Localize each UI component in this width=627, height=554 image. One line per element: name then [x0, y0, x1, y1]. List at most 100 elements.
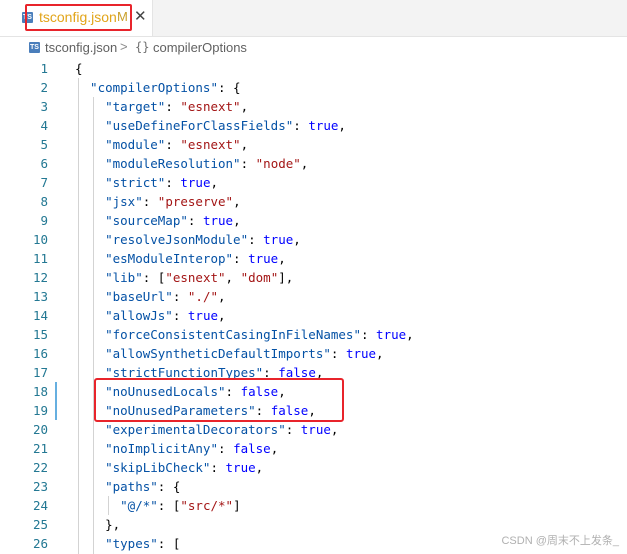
code-line[interactable]: 6 "moduleResolution": "node",	[0, 154, 627, 173]
code-token: ,	[218, 308, 226, 323]
code-line[interactable]: 5 "module": "esnext",	[0, 135, 627, 154]
line-number: 3	[40, 99, 48, 114]
line-number: 12	[32, 270, 48, 285]
code-line[interactable]: 23 "paths": {	[0, 477, 627, 496]
code-token: "target"	[75, 99, 166, 114]
code-token: :	[240, 156, 256, 171]
code-text: "allowSyntheticDefaultImports": true,	[75, 344, 384, 363]
line-number: 6	[40, 156, 48, 171]
code-token: ,	[308, 403, 316, 418]
code-token: :	[360, 327, 377, 342]
code-token: true	[248, 251, 279, 266]
object-symbol-icon: {}	[135, 40, 150, 54]
code-token: "@/*"	[75, 498, 158, 513]
code-line[interactable]: 11 "esModuleInterop": true,	[0, 249, 627, 268]
line-number: 10	[32, 232, 48, 247]
code-line[interactable]: 2 "compilerOptions": {	[0, 78, 627, 97]
code-text: "noImplicitAny": false,	[75, 439, 278, 458]
code-token: ,	[270, 441, 279, 456]
code-token: "resolveJsonModule"	[75, 232, 249, 247]
code-token: :	[285, 422, 301, 437]
line-number: 17	[32, 365, 48, 380]
breadcrumb: TS tsconfig.json > {} compilerOptions	[0, 37, 627, 59]
code-token: true	[345, 346, 377, 361]
code-token: "esnext"	[180, 137, 241, 152]
code-line[interactable]: 22 "skipLibCheck": true,	[0, 458, 627, 477]
code-token: :	[330, 346, 346, 361]
line-number: 19	[32, 403, 48, 418]
code-token: true	[225, 460, 256, 475]
editor-tab-bar: TS tsconfig.json M ✕	[0, 0, 627, 37]
breadcrumb-symbol[interactable]: compilerOptions	[153, 40, 247, 55]
code-line[interactable]: 4 "useDefineForClassFields": true,	[0, 116, 627, 135]
code-token: :	[255, 403, 271, 418]
code-token: ,	[240, 137, 249, 152]
code-token: "sourceMap"	[75, 213, 188, 228]
code-line[interactable]: 7 "strict": true,	[0, 173, 627, 192]
code-token: "preserve"	[157, 194, 234, 209]
code-token: :	[218, 441, 234, 456]
code-line[interactable]: 14 "allowJs": true,	[0, 306, 627, 325]
close-icon[interactable]: ✕	[134, 9, 147, 25]
code-line[interactable]: 17 "strictFunctionTypes": false,	[0, 363, 627, 382]
code-text: "esModuleInterop": true,	[75, 249, 286, 268]
code-text: "@/*": ["src/*"]	[75, 496, 240, 515]
code-text: "target": "esnext",	[75, 97, 248, 116]
code-line[interactable]: 21 "noImplicitAny": false,	[0, 439, 627, 458]
code-token: :	[165, 175, 181, 190]
code-token: ,	[376, 346, 384, 361]
code-line[interactable]: 18 "noUnusedLocals": false,	[0, 382, 627, 401]
code-line[interactable]: 10 "resolveJsonModule": true,	[0, 230, 627, 249]
code-token: ,	[278, 384, 286, 399]
code-token: ,	[293, 232, 301, 247]
watermark: CSDN @周末不上发条_	[501, 535, 619, 547]
code-line[interactable]: 16 "allowSyntheticDefaultImports": true,	[0, 344, 627, 363]
code-token: true	[263, 232, 294, 247]
code-token: ,	[255, 460, 264, 475]
code-line[interactable]: 19 "noUnusedParameters": false,	[0, 401, 627, 420]
code-line[interactable]: 1{	[0, 59, 627, 78]
code-line[interactable]: 9 "sourceMap": true,	[0, 211, 627, 230]
code-token: true	[187, 308, 219, 323]
tab-tsconfig-json[interactable]: TS tsconfig.json M ✕	[0, 0, 153, 36]
code-token: : [	[142, 270, 166, 285]
code-token: false	[233, 441, 271, 456]
code-token: :	[233, 251, 249, 266]
tab-filename: tsconfig.json	[39, 9, 117, 25]
code-text: "useDefineForClassFields": true,	[75, 116, 346, 135]
code-line[interactable]: 15 "forceConsistentCasingInFileNames": t…	[0, 325, 627, 344]
line-number: 25	[32, 517, 48, 532]
code-token: "strict"	[75, 175, 166, 190]
code-line[interactable]: 12 "lib": ["esnext", "dom"],	[0, 268, 627, 287]
code-token: "paths"	[75, 479, 158, 494]
line-number: 11	[32, 251, 48, 266]
code-text: "baseUrl": "./",	[75, 287, 225, 306]
code-token: "forceConsistentCasingInFileNames"	[75, 327, 361, 342]
code-token: :	[248, 232, 264, 247]
code-text: "compilerOptions": {	[75, 78, 241, 97]
line-number: 16	[32, 346, 48, 361]
breadcrumb-file[interactable]: tsconfig.json	[45, 40, 117, 55]
code-line[interactable]: 8 "jsx": "preserve",	[0, 192, 627, 211]
code-token: "skipLibCheck"	[75, 460, 211, 475]
code-token: ,	[240, 99, 249, 114]
code-token: "noUnusedParameters"	[75, 403, 256, 418]
code-editor[interactable]: 1{2 "compilerOptions": {3 "target": "esn…	[0, 59, 627, 554]
code-text: "resolveJsonModule": true,	[75, 230, 301, 249]
line-number: 20	[32, 422, 48, 437]
line-number: 15	[32, 327, 48, 342]
code-line[interactable]: 3 "target": "esnext",	[0, 97, 627, 116]
code-token: :	[172, 289, 188, 304]
code-text: },	[75, 515, 120, 534]
code-token: ,	[210, 175, 219, 190]
code-line[interactable]: 20 "experimentalDecorators": true,	[0, 420, 627, 439]
code-token: true	[376, 327, 407, 342]
code-text: "strict": true,	[75, 173, 218, 192]
code-line[interactable]: 24 "@/*": ["src/*"]	[0, 496, 627, 515]
line-number: 1	[40, 61, 48, 76]
line-number: 23	[32, 479, 48, 494]
code-token: : {	[157, 479, 181, 494]
code-token: "esModuleInterop"	[75, 251, 234, 266]
code-line[interactable]: 13 "baseUrl": "./",	[0, 287, 627, 306]
code-token: : [	[157, 536, 181, 551]
